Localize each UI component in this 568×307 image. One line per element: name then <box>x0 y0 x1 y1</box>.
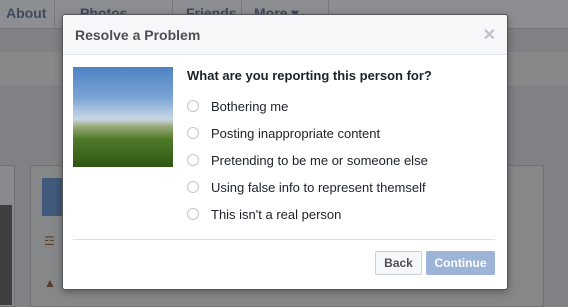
report-option-inappropriate[interactable]: Posting inappropriate content <box>187 125 497 143</box>
dialog-header: Resolve a Problem ✕ <box>63 15 507 55</box>
option-label: Pretending to be me or someone else <box>211 153 428 168</box>
close-icon[interactable]: ✕ <box>483 25 496 45</box>
radio-button[interactable] <box>187 154 199 166</box>
option-label: Posting inappropriate content <box>211 126 381 141</box>
radio-button[interactable] <box>187 181 199 193</box>
roller-coaster-icon: ☲ <box>44 234 55 248</box>
tab-about[interactable]: About <box>0 0 55 28</box>
footer-divider <box>73 239 495 240</box>
option-label: Using false info to represent themself <box>211 180 426 195</box>
option-label: This isn't a real person <box>211 207 342 222</box>
report-option-pretending[interactable]: Pretending to be me or someone else <box>187 152 497 170</box>
report-option-bothering[interactable]: Bothering me <box>187 98 497 116</box>
radio-button[interactable] <box>187 127 199 139</box>
dialog-title: Resolve a Problem <box>75 27 201 43</box>
report-question: What are you reporting this person for? <box>187 68 432 83</box>
continue-button[interactable]: Continue <box>426 251 495 275</box>
option-label: Bothering me <box>211 99 289 114</box>
report-option-not-real[interactable]: This isn't a real person <box>187 206 497 224</box>
rocket-icon: ▲ <box>44 276 56 290</box>
resolve-problem-dialog: Resolve a Problem ✕ What are you reporti… <box>62 14 508 290</box>
radio-button[interactable] <box>187 100 199 112</box>
radio-button[interactable] <box>187 208 199 220</box>
profile-photo <box>73 67 173 167</box>
background-thumbnail <box>42 178 62 216</box>
back-button[interactable]: Back <box>375 251 422 275</box>
report-option-false-info[interactable]: Using false info to represent themself <box>187 179 497 197</box>
background-left-photo <box>0 205 12 305</box>
